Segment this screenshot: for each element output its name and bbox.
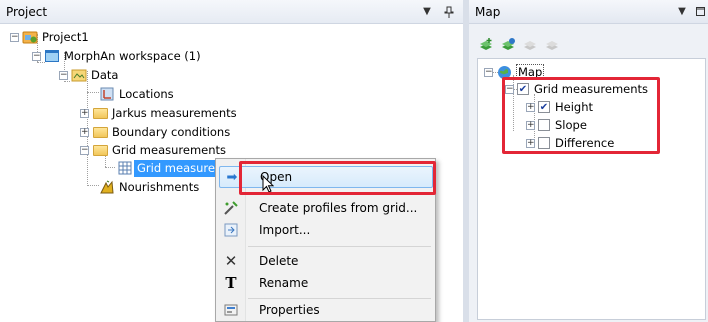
collapse-toggle-icon[interactable]: − [32, 51, 41, 61]
tree-item-label: Locations [119, 87, 174, 101]
tree-item-label: Project1 [42, 30, 89, 44]
highlight-box-map-layers [502, 77, 660, 154]
collapse-toggle-icon[interactable]: − [10, 32, 19, 42]
panel-menu-dropdown-icon[interactable]: ▼ [419, 4, 435, 20]
tree-item-project1[interactable]: − Project1 [10, 28, 89, 46]
collapse-toggle-icon[interactable]: − [80, 145, 89, 155]
menu-item-rename[interactable]: T Rename [219, 272, 433, 294]
tree-item-boundary-conditions[interactable]: + Boundary conditions [80, 123, 230, 141]
rename-icon: T [225, 274, 237, 292]
folder-icon [92, 142, 108, 158]
tree-item-label: Boundary conditions [112, 125, 231, 139]
maximize-icon[interactable] [692, 4, 708, 20]
project-panel-title: Project [6, 4, 48, 19]
expand-toggle-icon[interactable]: + [80, 127, 89, 137]
tree-item-workspace[interactable]: − MorphAn workspace (1) [32, 47, 201, 65]
layer-up-icon[interactable] [521, 36, 539, 54]
menu-item-create-profiles[interactable]: Create profiles from grid... [219, 197, 433, 219]
properties-icon [219, 302, 243, 318]
create-profiles-icon [219, 200, 243, 216]
layer-down-icon[interactable] [543, 36, 561, 54]
tree-item-nourishments[interactable]: Nourishments [99, 178, 199, 196]
tree-item-label: Nourishments [119, 180, 200, 194]
tree-item-label: Grid measurements [112, 143, 227, 157]
grid-icon [117, 160, 133, 176]
delete-icon: ✕ [224, 252, 238, 270]
map-panel-header: Map ▼ [469, 0, 708, 24]
menu-item-import[interactable]: Import... [219, 219, 433, 241]
add-map-layer-icon[interactable] [499, 36, 517, 54]
collapse-toggle-icon[interactable]: − [484, 67, 493, 77]
workspace-icon [44, 48, 60, 64]
tree-item-label: MorphAn workspace (1) [64, 49, 201, 63]
locations-icon [99, 86, 115, 102]
project-icon [22, 29, 38, 45]
menu-item-delete[interactable]: ✕ Delete [219, 250, 433, 272]
tree-item-data[interactable]: − Data [59, 66, 118, 84]
data-icon [71, 67, 87, 83]
nourishment-icon [99, 179, 115, 195]
highlight-box-open [239, 161, 436, 195]
import-icon [219, 222, 243, 238]
tree-item-label: Data [91, 68, 119, 82]
menu-item-properties[interactable]: Properties [219, 299, 433, 321]
map-panel-title: Map [475, 4, 501, 19]
folder-icon [92, 124, 108, 140]
project-panel-header: Project ▼ [0, 0, 463, 24]
tree-item-locations[interactable]: Locations [99, 85, 174, 103]
map-panel: Map ▼ − Map − ✔ Grid measurements + ✔ He… [469, 0, 708, 322]
folder-icon [92, 105, 108, 121]
map-toolbar [477, 36, 561, 54]
tree-item-label: Jarkus measurements [112, 106, 237, 120]
tree-item-grid-measurements[interactable]: − Grid measurements [80, 141, 226, 159]
panel-menu-dropdown-icon[interactable]: ▼ [674, 4, 690, 20]
tree-item-jarkus[interactable]: + Jarkus measurements [80, 104, 237, 122]
expand-toggle-icon[interactable]: + [80, 108, 89, 118]
pin-icon[interactable] [441, 4, 457, 20]
tree-item-grid-measurement-child[interactable]: Grid measurem [117, 159, 230, 177]
collapse-toggle-icon[interactable]: − [59, 70, 68, 80]
add-layer-icon[interactable] [477, 36, 495, 54]
